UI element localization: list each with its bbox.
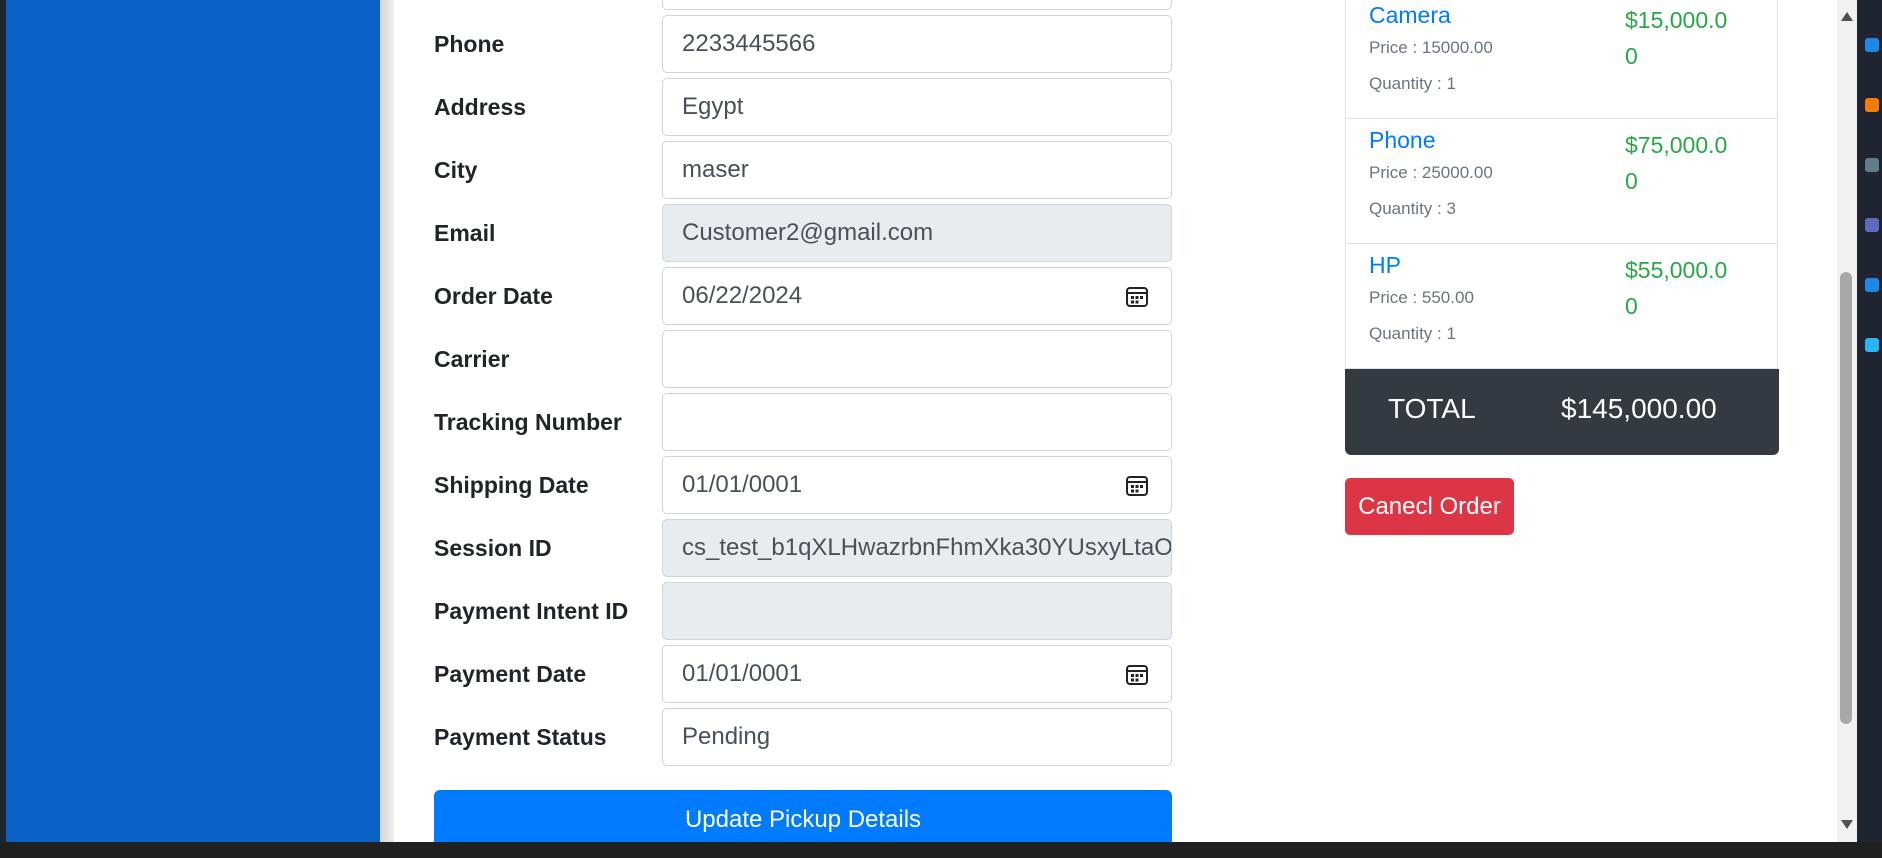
field-label: Payment Intent ID xyxy=(434,598,629,624)
field-value: Customer2@gmail.com xyxy=(682,219,934,246)
form-row: Payment Status Pending xyxy=(434,708,1210,766)
item-price: Price : 550.00 xyxy=(1369,288,1474,307)
field-label: Carrier xyxy=(434,346,510,372)
product-name-link[interactable]: Phone xyxy=(1369,127,1436,154)
field-input[interactable]: maser xyxy=(662,141,1172,199)
calendar-icon[interactable] xyxy=(1125,662,1149,686)
field-value: maser xyxy=(682,156,749,183)
form-row: Address Egypt xyxy=(434,78,1210,136)
item-subtotal: $55,000.00 xyxy=(1625,257,1728,319)
form-row: Tracking Number xyxy=(434,393,1210,451)
field-input[interactable]: 01/01/0001 xyxy=(662,456,1172,514)
item-quantity: Quantity : 3 xyxy=(1369,199,1456,218)
field-label: Shipping Date xyxy=(434,472,589,498)
form-row: Email Customer2@gmail.com xyxy=(434,204,1210,262)
field-label: Tracking Number xyxy=(434,409,622,435)
app-icon[interactable] xyxy=(1865,218,1879,232)
item-price: Price : 25000.00 xyxy=(1369,163,1493,182)
scroll-down-icon[interactable] xyxy=(1841,820,1853,829)
field-label: Payment Date xyxy=(434,661,587,687)
sidebar-shadow xyxy=(380,0,394,842)
calendar-icon[interactable] xyxy=(1125,284,1149,308)
field-label: Email xyxy=(434,220,496,246)
item-price: Price : 15000.00 xyxy=(1369,38,1493,57)
field-input[interactable]: 06/22/2024 xyxy=(662,267,1172,325)
item-subtotal: $15,000.00 xyxy=(1625,7,1728,69)
field-label: Order Date xyxy=(434,283,553,309)
field-input[interactable] xyxy=(662,393,1172,451)
product-name-link[interactable]: Camera xyxy=(1369,2,1451,29)
field-label: City xyxy=(434,157,478,183)
cart-item: Phone Price : 25000.00 Quantity : 3 $75,000… xyxy=(1345,119,1778,244)
form-row: Order Date 06/22/2024 xyxy=(434,267,1210,325)
cart-item: Camera Price : 15000.00 Quantity : 1 $15,00… xyxy=(1345,0,1778,119)
app-icon[interactable] xyxy=(1865,38,1879,52)
left-sidebar xyxy=(6,0,380,842)
field-input[interactable]: Egypt xyxy=(662,78,1172,136)
cart-item: HP Price : 550.00 Quantity : 1 $55,000.00 xyxy=(1345,244,1778,369)
form-row: City maser xyxy=(434,141,1210,199)
bottom-taskbar xyxy=(0,842,1882,858)
app-icon[interactable] xyxy=(1865,158,1879,172)
field-value: 2233445566 xyxy=(682,30,816,57)
app-icon[interactable] xyxy=(1865,338,1879,352)
form-row: Shipping Date 01/01/0001 xyxy=(434,456,1210,514)
field-label: Address xyxy=(434,94,527,120)
product-name-link[interactable]: HP xyxy=(1369,252,1401,279)
form-row: Carrier xyxy=(434,330,1210,388)
form-row: Payment Date 01/01/0001 xyxy=(434,645,1210,703)
clipped-input-field[interactable] xyxy=(662,0,1172,10)
field-input[interactable]: cs_test_b1qXLHwazrbnFhmXka30YUsxyLtaOBC xyxy=(662,519,1172,577)
field-label: Payment Status xyxy=(434,724,607,750)
item-subtotal: $75,000.00 xyxy=(1625,132,1728,194)
form-row: Session ID cs_test_b1qXLHwazrbnFhmXka30YU… xyxy=(434,519,1210,577)
field-label: Session ID xyxy=(434,535,552,561)
app-icon[interactable] xyxy=(1865,98,1879,112)
field-input[interactable]: Pending xyxy=(662,708,1172,766)
form-row: Phone 2233445566 xyxy=(434,15,1210,73)
field-value: cs_test_b1qXLHwazrbnFhmXka30YUsxyLtaOBC xyxy=(682,534,1172,561)
field-label: Phone xyxy=(434,31,505,57)
taskbar-edge xyxy=(1857,0,1882,842)
scroll-up-icon[interactable] xyxy=(1841,12,1853,21)
order-total-bar: TOTAL $145,000.00 xyxy=(1345,369,1779,455)
field-input[interactable]: 01/01/0001 xyxy=(662,645,1172,703)
field-value: 06/22/2024 xyxy=(682,282,803,309)
item-quantity: Quantity : 1 xyxy=(1369,324,1456,343)
vertical-scrollbar[interactable] xyxy=(1837,0,1857,842)
field-value: 01/01/0001 xyxy=(682,660,803,687)
order-details-page: Phone 2233445566 Address Egypt City maser Emai… xyxy=(394,0,1837,842)
form-row: Payment Intent ID xyxy=(434,582,1210,640)
item-quantity: Quantity : 1 xyxy=(1369,74,1456,93)
field-value: Egypt xyxy=(682,93,744,120)
field-input[interactable] xyxy=(662,330,1172,388)
field-input[interactable] xyxy=(662,582,1172,640)
app-icon[interactable] xyxy=(1865,278,1879,292)
field-value: 01/01/0001 xyxy=(682,471,803,498)
total-value: $145,000.00 xyxy=(1561,393,1717,424)
cancel-order-button[interactable]: Canecl Order xyxy=(1345,478,1514,535)
update-pickup-details-button[interactable]: Update Pickup Details xyxy=(434,790,1172,842)
scrollbar-thumb[interactable] xyxy=(1840,272,1852,724)
field-input[interactable]: 2233445566 xyxy=(662,15,1172,73)
total-label: TOTAL xyxy=(1388,393,1476,424)
field-value: Pending xyxy=(682,723,771,750)
field-input[interactable]: Customer2@gmail.com xyxy=(662,204,1172,262)
calendar-icon[interactable] xyxy=(1125,473,1149,497)
